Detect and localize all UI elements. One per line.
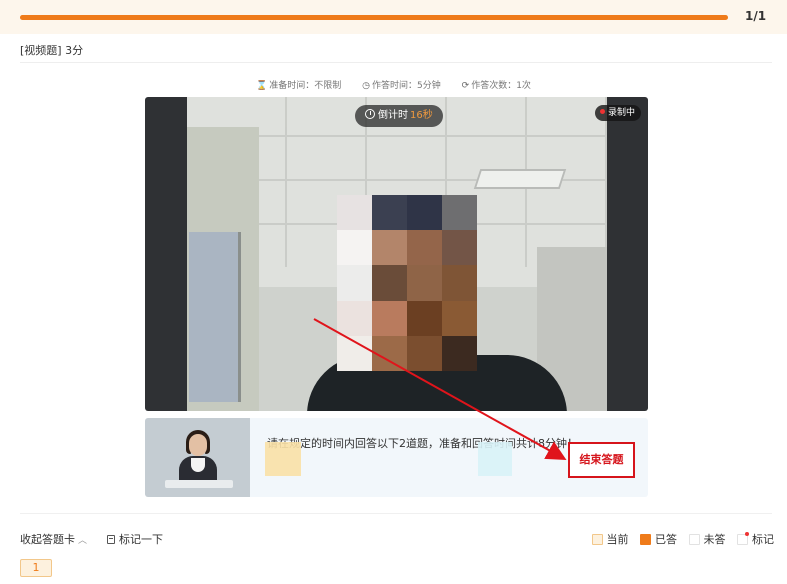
- prep-time-text: 准备时间：不限制: [269, 81, 342, 91]
- highlight-block: [478, 442, 512, 476]
- pixelated-face: [337, 195, 477, 371]
- mosaic-pixel: [442, 230, 477, 266]
- mosaic-pixel: [372, 230, 407, 266]
- mosaic-pixel: [372, 195, 407, 231]
- mosaic-pixel: [407, 195, 442, 231]
- hourglass-icon: ⌛: [256, 81, 268, 91]
- progress-header: 1/1: [0, 0, 787, 34]
- recording-dot-icon: [599, 109, 605, 114]
- legend-current: 当前: [591, 531, 629, 547]
- mosaic-pixel: [337, 230, 372, 266]
- clock-icon: [365, 109, 375, 119]
- question-type-label: [视频题] 3分: [20, 44, 84, 57]
- refresh-icon: ⟳: [461, 81, 470, 91]
- video-recorder: 倒计时 16秒 录制中: [145, 97, 648, 411]
- camera-feed: [187, 97, 607, 411]
- mosaic-pixel: [372, 265, 407, 301]
- legend-unanswered: 未答: [688, 531, 726, 547]
- end-answer-button[interactable]: 结束答题: [568, 442, 635, 478]
- progress-fill: [20, 15, 728, 20]
- mosaic-pixel: [337, 195, 372, 231]
- answer-legend: 当前 已答 未答 标记: [584, 531, 774, 547]
- countdown-label: 倒计时: [378, 110, 408, 121]
- mosaic-pixel: [372, 335, 407, 371]
- recording-label: 录制中: [607, 108, 635, 118]
- interviewer-head: [189, 434, 207, 456]
- answer-time-item: ◷ 作答时间：5分钟: [362, 78, 441, 91]
- mosaic-pixel: [337, 265, 372, 301]
- mosaic-pixel: [407, 300, 442, 336]
- attempts-item: ⟳ 作答次数：1次: [462, 78, 531, 91]
- interviewer-desk: [165, 480, 233, 488]
- divider: [20, 513, 772, 514]
- marked-swatch: [737, 532, 749, 545]
- countdown-timer: 倒计时 16秒: [355, 105, 443, 127]
- answered-swatch: [640, 534, 651, 545]
- mosaic-pixel: [442, 265, 477, 301]
- legend-answered: 已答: [640, 531, 677, 547]
- mosaic-pixel: [337, 335, 372, 371]
- mosaic-pixel: [407, 335, 442, 371]
- chevron-up-icon: ︿: [78, 536, 88, 546]
- legend-marked-label: 标记: [752, 533, 774, 546]
- legend-marked: 标记: [737, 531, 774, 547]
- mosaic-pixel: [442, 195, 477, 231]
- interviewer-avatar: [145, 418, 250, 497]
- current-swatch: [591, 534, 603, 545]
- mosaic-pixel: [407, 230, 442, 266]
- question-meta-row: ⌛ 准备时间：不限制 ◷ 作答时间：5分钟 ⟳ 作答次数：1次: [0, 78, 787, 91]
- mosaic-pixel: [442, 300, 477, 336]
- attempts-text: 作答次数：1次: [471, 81, 531, 91]
- legend-unanswered-label: 未答: [703, 533, 726, 546]
- mark-question-label: 标记一下: [119, 533, 163, 546]
- ceiling-lamp: [473, 169, 567, 189]
- mark-question-button[interactable]: 标记一下: [107, 531, 163, 547]
- progress-count: 1/1: [745, 9, 767, 23]
- mosaic-pixel: [407, 265, 442, 301]
- bookmark-icon: [107, 535, 115, 544]
- recording-badge: 录制中: [594, 105, 641, 121]
- mosaic-pixel: [442, 335, 477, 371]
- legend-answered-label: 已答: [655, 533, 677, 546]
- clock-icon: ◷: [362, 81, 371, 91]
- unanswered-swatch: [688, 534, 700, 545]
- answer-time-text: 作答时间：5分钟: [372, 81, 441, 91]
- highlight-block: [265, 442, 301, 476]
- progress-track: [20, 15, 728, 20]
- interviewer-collar: [191, 458, 205, 472]
- collapse-answer-card-button[interactable]: 收起答题卡 ︿: [20, 531, 87, 547]
- question-number-button[interactable]: 1: [20, 559, 52, 577]
- divider: [20, 62, 772, 63]
- countdown-value: 16秒: [410, 110, 433, 121]
- legend-current-label: 当前: [606, 533, 629, 546]
- collapse-answer-card-label: 收起答题卡: [20, 533, 75, 546]
- mosaic-pixel: [372, 300, 407, 336]
- prep-time-item: ⌛ 准备时间：不限制: [256, 78, 341, 91]
- window: [189, 232, 241, 402]
- mosaic-pixel: [337, 300, 372, 336]
